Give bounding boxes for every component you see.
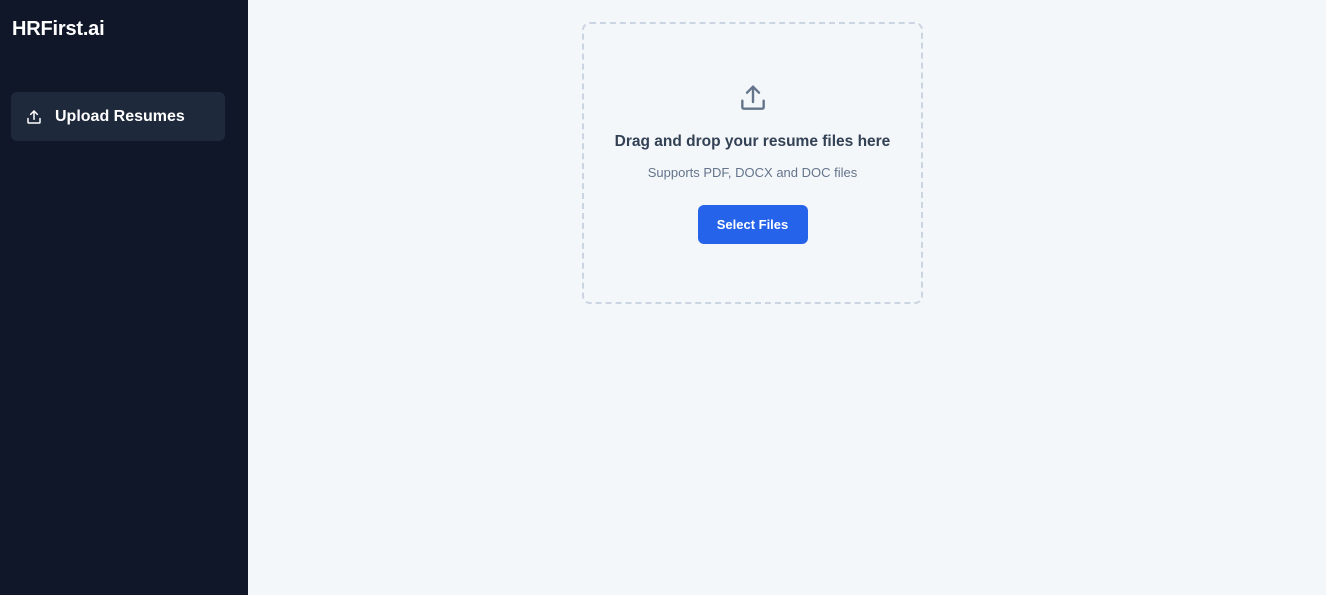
select-files-button[interactable]: Select Files: [697, 205, 808, 244]
upload-icon: [735, 80, 771, 116]
dropzone-subtitle: Supports PDF, DOCX and DOC files: [647, 165, 858, 180]
dropzone-title: Drag and drop your resume files here: [614, 133, 891, 150]
sidebar-item-label: Upload Resumes: [55, 107, 185, 125]
sidebar-item-upload-resumes[interactable]: Upload Resumes: [11, 92, 225, 141]
main-content: Drag and drop your resume files here Sup…: [248, 0, 1326, 595]
sidebar: HRFirst.ai Upload Resumes: [0, 0, 248, 595]
brand-logo-text: HRFirst.ai: [12, 18, 105, 40]
upload-icon: [24, 107, 44, 127]
file-dropzone[interactable]: Drag and drop your resume files here Sup…: [582, 22, 923, 304]
